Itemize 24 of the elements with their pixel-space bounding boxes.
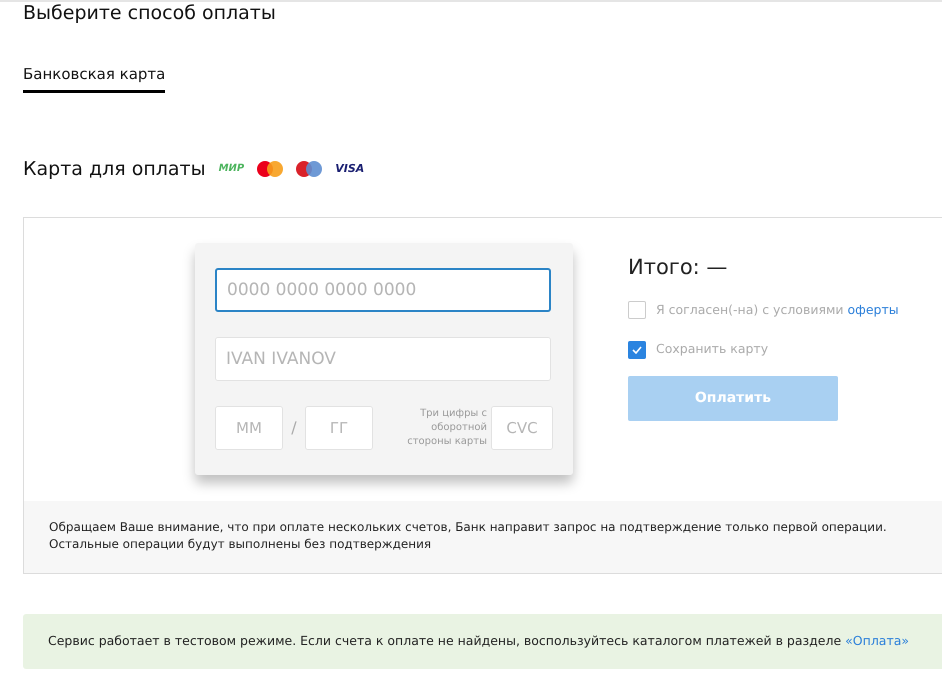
- checkbox[interactable]: [628, 300, 646, 319]
- check-icon: [632, 346, 642, 354]
- page-title: Выберите способ оплаты: [23, 2, 277, 25]
- checkbox[interactable]: [628, 340, 646, 359]
- mastercard-logo: [257, 160, 284, 177]
- checkbox-label: Сохранить карту: [656, 340, 768, 358]
- date-separator: /: [290, 417, 298, 439]
- tab[interactable]: Банковская карта: [23, 63, 166, 92]
- card-number-field[interactable]: 0000 0000 0000 0000: [215, 268, 551, 312]
- offer-link[interactable]: оферты: [848, 302, 899, 316]
- section-title: Карта для оплаты: [23, 156, 206, 182]
- maestro-logo: [296, 160, 322, 177]
- checkbox-label: Я согласен(-на) с условиями оферты: [656, 300, 899, 319]
- visa-logo: VISA: [335, 160, 364, 176]
- cardholder-field[interactable]: IVAN IVANOV: [215, 337, 551, 381]
- notice-text: Обращаем Ваше внимание, что при оплате нескольких счетов, Банк направит запрос на подтверждение только первой операции. Остальные операции будут выполнены без подтверждения: [49, 519, 888, 553]
- month-field[interactable]: ММ: [215, 406, 283, 450]
- cvc-hint: Три цифры с оборотной стороны карты: [406, 407, 487, 449]
- payment-link[interactable]: «Оплата»: [845, 633, 910, 648]
- info-text: Сервис работает в тестовом режиме. Если счета к оплате не найдены, воспользуйтесь каталогом платежей в разделе «Оплата»: [48, 632, 910, 650]
- mir-logo: МИР: [218, 162, 244, 176]
- cvc-field[interactable]: CVC: [491, 406, 553, 450]
- year-field[interactable]: ГГ: [305, 406, 373, 450]
- total-label: Итого: —: [628, 254, 728, 281]
